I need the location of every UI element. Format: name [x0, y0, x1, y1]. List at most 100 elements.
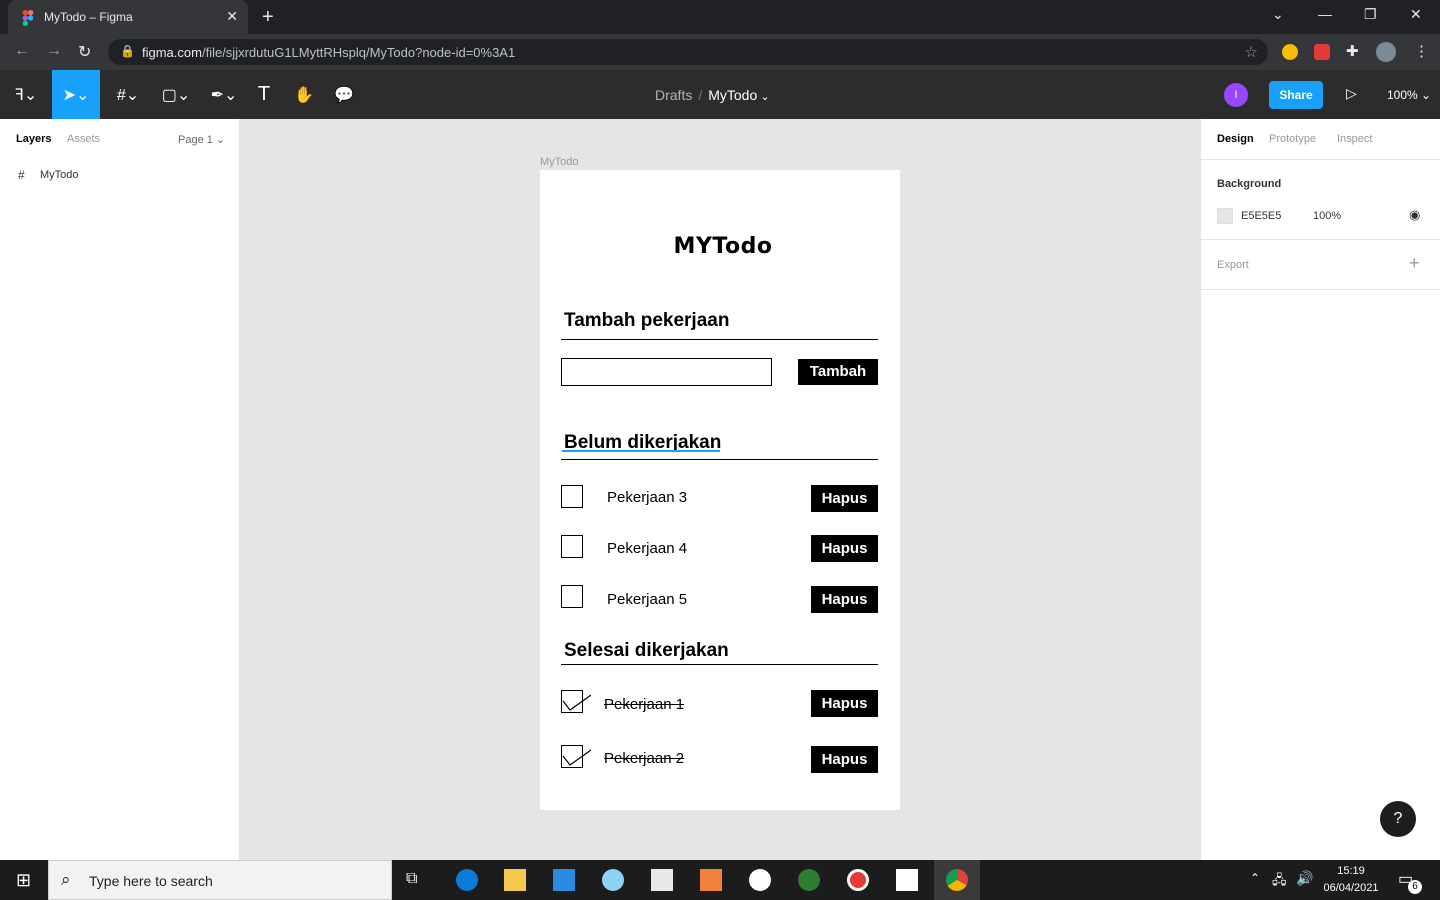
checkbox[interactable] [561, 535, 583, 558]
browser-tab[interactable]: MyTodo – Figma ✕ [8, 0, 248, 34]
bookmark-star-icon[interactable]: ☆ [1245, 43, 1258, 61]
add-button[interactable]: Tambah [798, 359, 878, 385]
network-icon[interactable]: 🖧 [1272, 871, 1287, 893]
shape-tool-icon[interactable]: ▢⌄ [156, 70, 196, 119]
checkbox[interactable] [561, 585, 583, 608]
background-opacity[interactable]: 100% [1313, 210, 1341, 222]
profile-menu-icon[interactable]: ⌄ [1272, 6, 1284, 23]
chrome-icon [946, 869, 968, 891]
avatar[interactable]: I [1224, 83, 1248, 107]
add-section-title: Tambah pekerjaan [564, 310, 730, 331]
figma-toolbar: ꟻ⌄ ➤⌄ #⌄ ▢⌄ ✒⌄ T ✋ 💬 Drafts / MyTodo ⌄ I S… [0, 70, 1440, 119]
color-swatch[interactable] [1217, 208, 1233, 224]
minimize-icon[interactable]: — [1318, 6, 1332, 22]
delete-button[interactable]: Hapus [811, 690, 878, 717]
background-label: Background [1217, 178, 1282, 190]
xampp-icon[interactable] [700, 869, 722, 891]
close-tab-icon[interactable]: ✕ [226, 8, 238, 25]
hand-tool-icon[interactable]: ✋ [290, 70, 318, 119]
eye-icon[interactable]: ◉ [1409, 207, 1420, 223]
mail-icon[interactable] [553, 869, 575, 891]
profile-avatar[interactable] [1376, 42, 1396, 62]
app-icon[interactable] [798, 869, 820, 891]
paint-icon[interactable] [602, 869, 624, 891]
checkbox[interactable] [561, 485, 583, 508]
file-name[interactable]: MyTodo [708, 87, 757, 103]
file-explorer-icon[interactable] [504, 869, 526, 891]
divider [561, 459, 878, 460]
pending-item-label: Pekerjaan 5 [607, 591, 688, 608]
maximize-icon[interactable]: ❐ [1364, 6, 1377, 23]
present-play-icon[interactable]: ▷ [1346, 85, 1357, 102]
comment-tool-icon[interactable]: 💬 [330, 70, 358, 119]
tab-prototype[interactable]: Prototype [1269, 133, 1316, 145]
more-menu-icon[interactable]: ⋮ [1414, 42, 1429, 60]
back-icon[interactable]: ← [14, 42, 30, 60]
checked-checkbox[interactable] [561, 745, 591, 768]
delete-button[interactable]: Hapus [811, 485, 878, 512]
breadcrumb: Drafts / MyTodo ⌄ [655, 87, 770, 103]
add-export-icon[interactable]: + [1409, 253, 1420, 274]
delete-button[interactable]: Hapus [811, 535, 878, 562]
move-tool-icon[interactable]: ➤⌄ [52, 70, 100, 119]
address-bar[interactable]: 🔒 figma.com/file/sjjxrdutuG1LMyttRHsplq/… [108, 39, 1268, 65]
lock-icon: 🔒 [120, 44, 135, 58]
chevron-down-icon[interactable]: ⌄ [757, 91, 769, 103]
properties-panel: Design Prototype Inspect Background E5E5… [1200, 119, 1440, 860]
forward-icon[interactable]: → [46, 42, 62, 60]
close-window-icon[interactable]: ✕ [1410, 6, 1422, 23]
edge-icon[interactable] [456, 869, 478, 891]
delete-button[interactable]: Hapus [811, 746, 878, 773]
pending-item-label: Pekerjaan 4 [607, 540, 688, 557]
taskbar-search[interactable]: ⌕ Type here to search [48, 860, 392, 900]
figma-icon [22, 10, 34, 26]
new-tab-icon[interactable]: + [262, 6, 274, 29]
pen-tool-icon[interactable]: ✒⌄ [204, 70, 244, 119]
export-label: Export [1217, 259, 1249, 271]
store-icon[interactable] [651, 869, 673, 891]
checkmark-icon [562, 694, 591, 711]
delete-button[interactable]: Hapus [811, 586, 878, 613]
extensions-puzzle-icon[interactable]: ✚ [1346, 42, 1359, 60]
notification-badge: 6 [1408, 880, 1422, 894]
breadcrumb-drafts[interactable]: Drafts [655, 87, 692, 103]
tab-title: MyTodo – Figma [44, 10, 133, 24]
divider [1201, 239, 1440, 240]
tray-chevron-icon[interactable]: ⌃ [1250, 871, 1260, 885]
taskbar: ⊞ ⌕ Type here to search ⧉ ⌃ 🖧 🔊 15:19 06… [0, 860, 1440, 900]
chrome-taskbar-active[interactable] [934, 860, 980, 900]
frame-icon: # [18, 168, 25, 182]
tab-design[interactable]: Design [1217, 133, 1254, 145]
video-editor-icon[interactable] [896, 869, 918, 891]
frame-tool-icon[interactable]: #⌄ [108, 70, 148, 119]
background-hex[interactable]: E5E5E5 [1241, 210, 1281, 222]
search-placeholder: Type here to search [89, 873, 213, 889]
tab-assets[interactable]: Assets [67, 133, 100, 145]
recorder-icon[interactable] [847, 869, 869, 891]
mytodo-frame[interactable]: MYTodo Tambah pekerjaan Tambah Belum dik… [540, 170, 900, 810]
checked-checkbox[interactable] [561, 690, 591, 713]
main-menu-icon[interactable]: ꟻ⌄ [8, 70, 44, 119]
volume-icon[interactable]: 🔊 [1296, 870, 1313, 887]
tab-layers[interactable]: Layers [16, 133, 51, 145]
reload-icon[interactable]: ↻ [78, 42, 91, 62]
layers-panel: Layers Assets Page 1 ⌄ # MyTodo [0, 119, 240, 860]
extension-icon[interactable] [1282, 44, 1298, 60]
windows-start-icon[interactable]: ⊞ [16, 870, 31, 891]
layer-item-mytodo[interactable]: # MyTodo [0, 163, 240, 187]
help-button[interactable]: ? [1380, 801, 1416, 837]
task-input[interactable] [561, 358, 772, 386]
clock[interactable]: 15:19 06/04/2021 [1316, 863, 1386, 897]
extension-icon[interactable] [1314, 44, 1330, 60]
tab-inspect[interactable]: Inspect [1337, 133, 1372, 145]
frame-label[interactable]: MyTodo [540, 156, 579, 168]
page-selector[interactable]: Page 1 ⌄ [178, 133, 225, 146]
canvas[interactable]: MyTodo MYTodo Tambah pekerjaan Tambah Be… [240, 119, 1200, 860]
zoom-level[interactable]: 100% ⌄ [1387, 88, 1431, 102]
task-view-icon[interactable]: ⧉ [406, 870, 417, 888]
layer-name: MyTodo [40, 169, 79, 181]
share-button[interactable]: Share [1269, 81, 1323, 109]
divider [1201, 289, 1440, 290]
app-icon[interactable] [749, 869, 771, 891]
text-tool-icon[interactable]: T [252, 70, 276, 119]
